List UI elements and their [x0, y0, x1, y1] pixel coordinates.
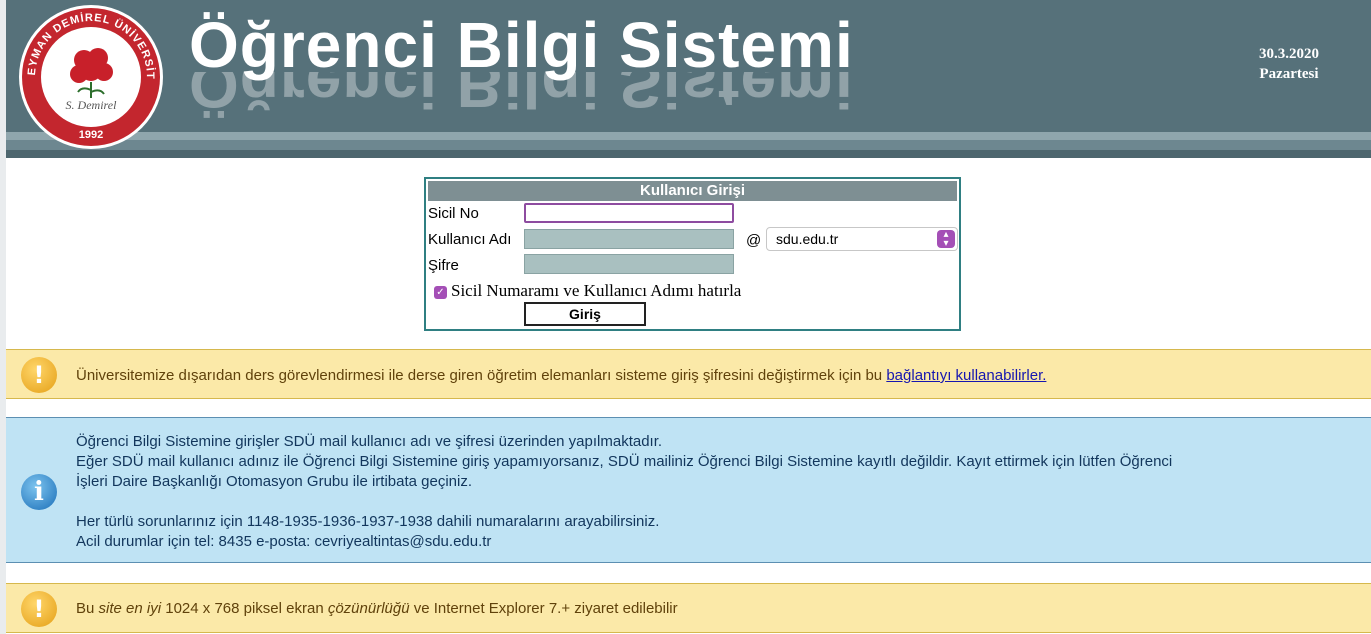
info-line: Öğrenci Bilgi Sistemine girişler SDÜ mai… — [76, 433, 663, 450]
current-date: 30.3.2020 — [1259, 46, 1319, 62]
logo-signature: S. Demirel — [66, 98, 118, 112]
university-logo-icon: SÜLEYMAN DEMİREL ÜNİVERSİTESİ S. Demirel… — [16, 2, 163, 149]
remember-me-checkbox[interactable]: ✓ — [434, 285, 447, 299]
resolution-suffix: ve Internet Explorer 7.+ ziyaret edilebi… — [413, 600, 678, 617]
warning-icon: ! — [21, 357, 57, 393]
info-line: Eğer SDÜ mail kullanıcı adınız ile Öğren… — [76, 453, 1173, 470]
resolution-prefix: Bu — [76, 600, 95, 617]
notice-password-change: ! Üniversitemize dışarıdan ders görevlen… — [6, 349, 1371, 399]
logo-year: 1992 — [79, 129, 103, 141]
notice-password-change-text: Üniversitemize dışarıdan ders görevlendi… — [76, 367, 883, 384]
notice-resolution-text: Bu site en iyi 1024 x 768 piksel ekran ç… — [76, 600, 678, 617]
page-title: Öğrenci Bilgi Sistemi — [189, 9, 854, 81]
sicil-no-input[interactable] — [524, 203, 734, 223]
mail-domain-value: sdu.edu.tr — [776, 231, 839, 247]
sicil-label: Sicil No — [428, 205, 479, 222]
login-panel: Kullanıcı Girişi Sicil No Kullanıcı Adı … — [424, 177, 961, 331]
warning-icon: ! — [21, 591, 57, 627]
login-button[interactable]: Giriş — [524, 302, 646, 326]
notice-info-text: Öğrenci Bilgi Sistemine girişler SDÜ mai… — [76, 432, 1172, 552]
site-header: SÜLEYMAN DEMİREL ÜNİVERSİTESİ S. Demirel… — [6, 0, 1371, 158]
notice-resolution: ! Bu site en iyi 1024 x 768 piksel ekran… — [6, 583, 1371, 633]
page-title-reflection: Öğrenci Bilgi Sistemi — [189, 72, 854, 121]
date-display: 30.3.2020 Pazartesi — [1259, 44, 1319, 84]
mail-domain-select[interactable]: sdu.edu.tr ▴ ▾ — [766, 227, 958, 251]
info-line: Her türlü sorunlarınız için 1148-1935-19… — [76, 513, 660, 530]
current-weekday: Pazartesi — [1259, 66, 1319, 82]
header-stripe — [6, 150, 1371, 158]
resolution-emphasis: çözünürlüğü — [327, 600, 410, 617]
notice-login-info: i Öğrenci Bilgi Sistemine girişler SDÜ m… — [6, 417, 1371, 563]
username-input[interactable] — [524, 229, 734, 249]
notice-text: Üniversitemize dışarıdan ders görevlendi… — [76, 367, 1046, 384]
login-panel-title: Kullanıcı Girişi — [428, 181, 957, 201]
resolution-emphasis: site en iyi — [98, 600, 162, 617]
password-input[interactable] — [524, 254, 734, 274]
password-change-link[interactable]: bağlantıyı kullanabilirler. — [886, 367, 1046, 384]
remember-me-label[interactable]: Sicil Numaramı ve Kullanıcı Adımı hatırl… — [451, 281, 741, 300]
header-stripe — [6, 140, 1371, 150]
info-line: Acil durumlar için tel: 8435 e-posta: ce… — [76, 533, 492, 550]
at-sign: @ — [746, 232, 762, 249]
remember-me-row: ✓ Sicil Numaramı ve Kullanıcı Adımı hatır… — [434, 281, 741, 301]
resolution-mid: 1024 x 768 piksel ekran — [165, 600, 324, 617]
username-label: Kullanıcı Adı — [428, 231, 512, 248]
info-line: İşleri Daire Başkanlığı Otomasyon Grubu … — [76, 473, 473, 490]
password-label: Şifre — [428, 257, 459, 274]
info-icon: i — [21, 474, 57, 510]
select-arrows-icon: ▴ ▾ — [937, 230, 955, 249]
header-stripe — [6, 132, 1371, 140]
